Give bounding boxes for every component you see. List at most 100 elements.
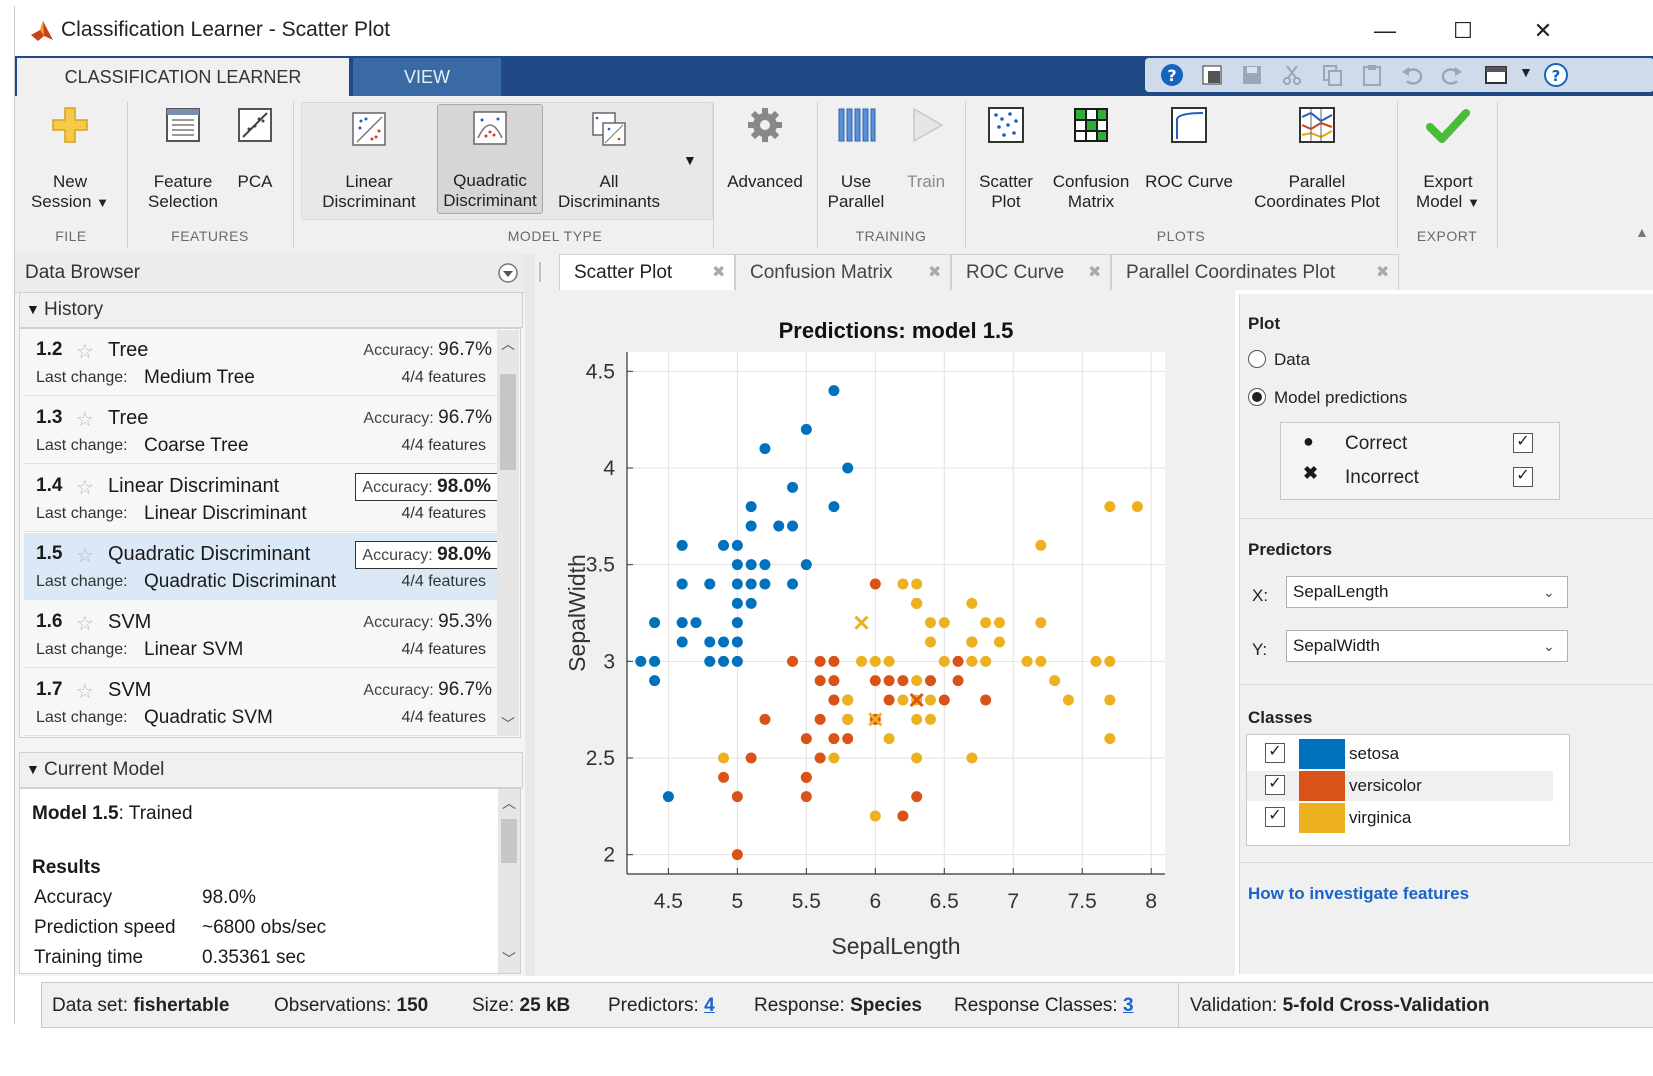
data-point-setosa[interactable] bbox=[800, 559, 812, 571]
data-point-virginica[interactable] bbox=[1131, 501, 1143, 513]
data-point-setosa[interactable] bbox=[731, 559, 743, 571]
data-point-setosa[interactable] bbox=[649, 655, 661, 667]
close-button[interactable]: ✕ bbox=[1523, 14, 1563, 48]
data-point-virginica[interactable] bbox=[842, 694, 854, 706]
new-session-button[interactable]: New Session ▼ bbox=[21, 102, 119, 213]
confusion-matrix-button[interactable]: Confusion Matrix bbox=[1045, 102, 1137, 212]
star-icon[interactable]: ☆ bbox=[76, 339, 94, 364]
incorrect-checkbox[interactable]: ✓ bbox=[1513, 467, 1533, 487]
data-point-virginica[interactable] bbox=[897, 694, 909, 706]
help-icon[interactable]: ? bbox=[1159, 62, 1185, 88]
data-point-virginica[interactable] bbox=[938, 617, 950, 629]
tab-classification-learner[interactable]: CLASSIFICATION LEARNER bbox=[17, 58, 349, 96]
star-icon[interactable]: ☆ bbox=[76, 543, 94, 568]
help-circle-icon[interactable]: ? bbox=[1543, 62, 1569, 88]
data-point-versicolor[interactable] bbox=[883, 675, 895, 687]
save-icon[interactable] bbox=[1239, 62, 1265, 88]
data-point-versicolor[interactable] bbox=[800, 771, 812, 783]
data-point-setosa[interactable] bbox=[828, 385, 840, 397]
undo-icon[interactable] bbox=[1399, 62, 1425, 88]
scroll-up-icon[interactable]: ︿ bbox=[501, 334, 515, 354]
data-point-setosa[interactable] bbox=[759, 559, 771, 571]
data-point-versicolor[interactable] bbox=[718, 771, 730, 783]
history-item[interactable]: 1.4 ☆ Linear Discriminant Accuracy: 98.0% La… bbox=[24, 465, 500, 532]
panel-menu-icon[interactable] bbox=[497, 262, 519, 284]
data-point-setosa[interactable] bbox=[800, 423, 812, 435]
data-point-setosa[interactable] bbox=[718, 636, 730, 648]
data-point-virginica[interactable] bbox=[911, 578, 923, 590]
data-point-virginica[interactable] bbox=[1035, 617, 1047, 629]
panel-splitter[interactable] bbox=[525, 254, 535, 976]
data-point-setosa[interactable] bbox=[676, 617, 688, 629]
data-point-setosa[interactable] bbox=[745, 520, 757, 532]
data-point-versicolor[interactable] bbox=[731, 791, 743, 803]
how-to-investigate-link[interactable]: How to investigate features bbox=[1248, 884, 1469, 904]
data-point-virginica[interactable] bbox=[1104, 655, 1116, 667]
pca-button[interactable]: PCA bbox=[229, 102, 281, 192]
train-button[interactable]: Train bbox=[891, 102, 961, 192]
data-point-setosa[interactable] bbox=[662, 791, 674, 803]
data-point-versicolor[interactable] bbox=[883, 694, 895, 706]
data-point-versicolor[interactable] bbox=[814, 675, 826, 687]
all-discriminants-button[interactable]: All Discriminants bbox=[547, 106, 671, 212]
data-point-versicolor[interactable] bbox=[911, 791, 923, 803]
data-point-virginica[interactable] bbox=[911, 597, 923, 609]
tab-parallel-coordinates-plot[interactable]: Parallel Coordinates Plot ✖ bbox=[1111, 254, 1399, 290]
data-point-virginica[interactable] bbox=[828, 752, 840, 764]
data-point-virginica[interactable] bbox=[980, 655, 992, 667]
tab-view[interactable]: VIEW bbox=[353, 58, 501, 96]
data-point-virginica[interactable] bbox=[924, 713, 936, 725]
data-point-virginica[interactable] bbox=[1104, 501, 1116, 513]
data-point-virginica[interactable] bbox=[1035, 539, 1047, 551]
data-point-versicolor[interactable] bbox=[828, 694, 840, 706]
data-point-setosa[interactable] bbox=[731, 578, 743, 590]
data-point-setosa[interactable] bbox=[649, 617, 661, 629]
data-point-versicolor[interactable] bbox=[952, 675, 964, 687]
paste-icon[interactable] bbox=[1359, 62, 1385, 88]
history-item[interactable]: 1.5 ☆ Quadratic Discriminant Accuracy: 98.0… bbox=[24, 533, 500, 600]
data-point-setosa[interactable] bbox=[842, 462, 854, 474]
data-point-versicolor[interactable] bbox=[869, 675, 881, 687]
qat-dropdown-icon[interactable]: ▼ bbox=[1519, 64, 1533, 80]
model-predictions-radio[interactable] bbox=[1248, 388, 1266, 406]
quadratic-discriminant-button[interactable]: Quadratic Discriminant bbox=[437, 104, 543, 214]
data-point-setosa[interactable] bbox=[759, 578, 771, 590]
data-point-versicolor[interactable] bbox=[731, 849, 743, 861]
advanced-button[interactable]: Advanced bbox=[717, 102, 813, 192]
scatter-plot-button[interactable]: Scatter Plot bbox=[969, 102, 1043, 212]
maximize-button[interactable]: ☐ bbox=[1443, 14, 1483, 48]
y-predictor-select[interactable]: SepalWidth ⌄ bbox=[1286, 630, 1568, 662]
data-point-virginica[interactable] bbox=[980, 617, 992, 629]
data-point-versicolor[interactable] bbox=[745, 752, 757, 764]
predictors-link[interactable]: 4 bbox=[704, 995, 715, 1016]
data-point-setosa[interactable] bbox=[745, 578, 757, 590]
parallel-coordinates-plot-button[interactable]: Parallel Coordinates Plot bbox=[1241, 102, 1393, 212]
data-point-setosa[interactable] bbox=[704, 655, 716, 667]
data-point-versicolor[interactable] bbox=[938, 694, 950, 706]
data-point-virginica[interactable] bbox=[924, 694, 936, 706]
data-point-virginica[interactable] bbox=[966, 752, 978, 764]
response-classes-link[interactable]: 3 bbox=[1123, 995, 1134, 1016]
tab-roc-curve[interactable]: ROC Curve ✖ bbox=[951, 254, 1111, 290]
data-point-versicolor[interactable] bbox=[828, 655, 840, 667]
data-point-setosa[interactable] bbox=[704, 636, 716, 648]
data-point-setosa[interactable] bbox=[731, 597, 743, 609]
data-point-setosa[interactable] bbox=[787, 520, 799, 532]
data-point-setosa[interactable] bbox=[635, 655, 647, 667]
class-checkbox[interactable]: ✓ bbox=[1265, 807, 1285, 827]
data-point-virginica[interactable] bbox=[993, 617, 1005, 629]
data-point-setosa[interactable] bbox=[731, 617, 743, 629]
data-point-versicolor[interactable] bbox=[828, 733, 840, 745]
data-point-versicolor[interactable] bbox=[787, 655, 799, 667]
data-point-virginica[interactable] bbox=[966, 636, 978, 648]
data-point-virginica[interactable] bbox=[883, 655, 895, 667]
history-item[interactable]: 1.3 ☆ Tree Accuracy: 96.7% Last change: Coars… bbox=[24, 397, 500, 464]
data-point-setosa[interactable] bbox=[731, 655, 743, 667]
close-tab-icon[interactable]: ✖ bbox=[928, 255, 941, 291]
data-point-versicolor[interactable] bbox=[759, 713, 771, 725]
use-parallel-button[interactable]: Use Parallel bbox=[821, 102, 891, 212]
data-point-setosa[interactable] bbox=[718, 655, 730, 667]
data-point-setosa[interactable] bbox=[718, 539, 730, 551]
data-point-versicolor[interactable] bbox=[980, 694, 992, 706]
close-tab-icon[interactable]: ✖ bbox=[1376, 255, 1389, 291]
